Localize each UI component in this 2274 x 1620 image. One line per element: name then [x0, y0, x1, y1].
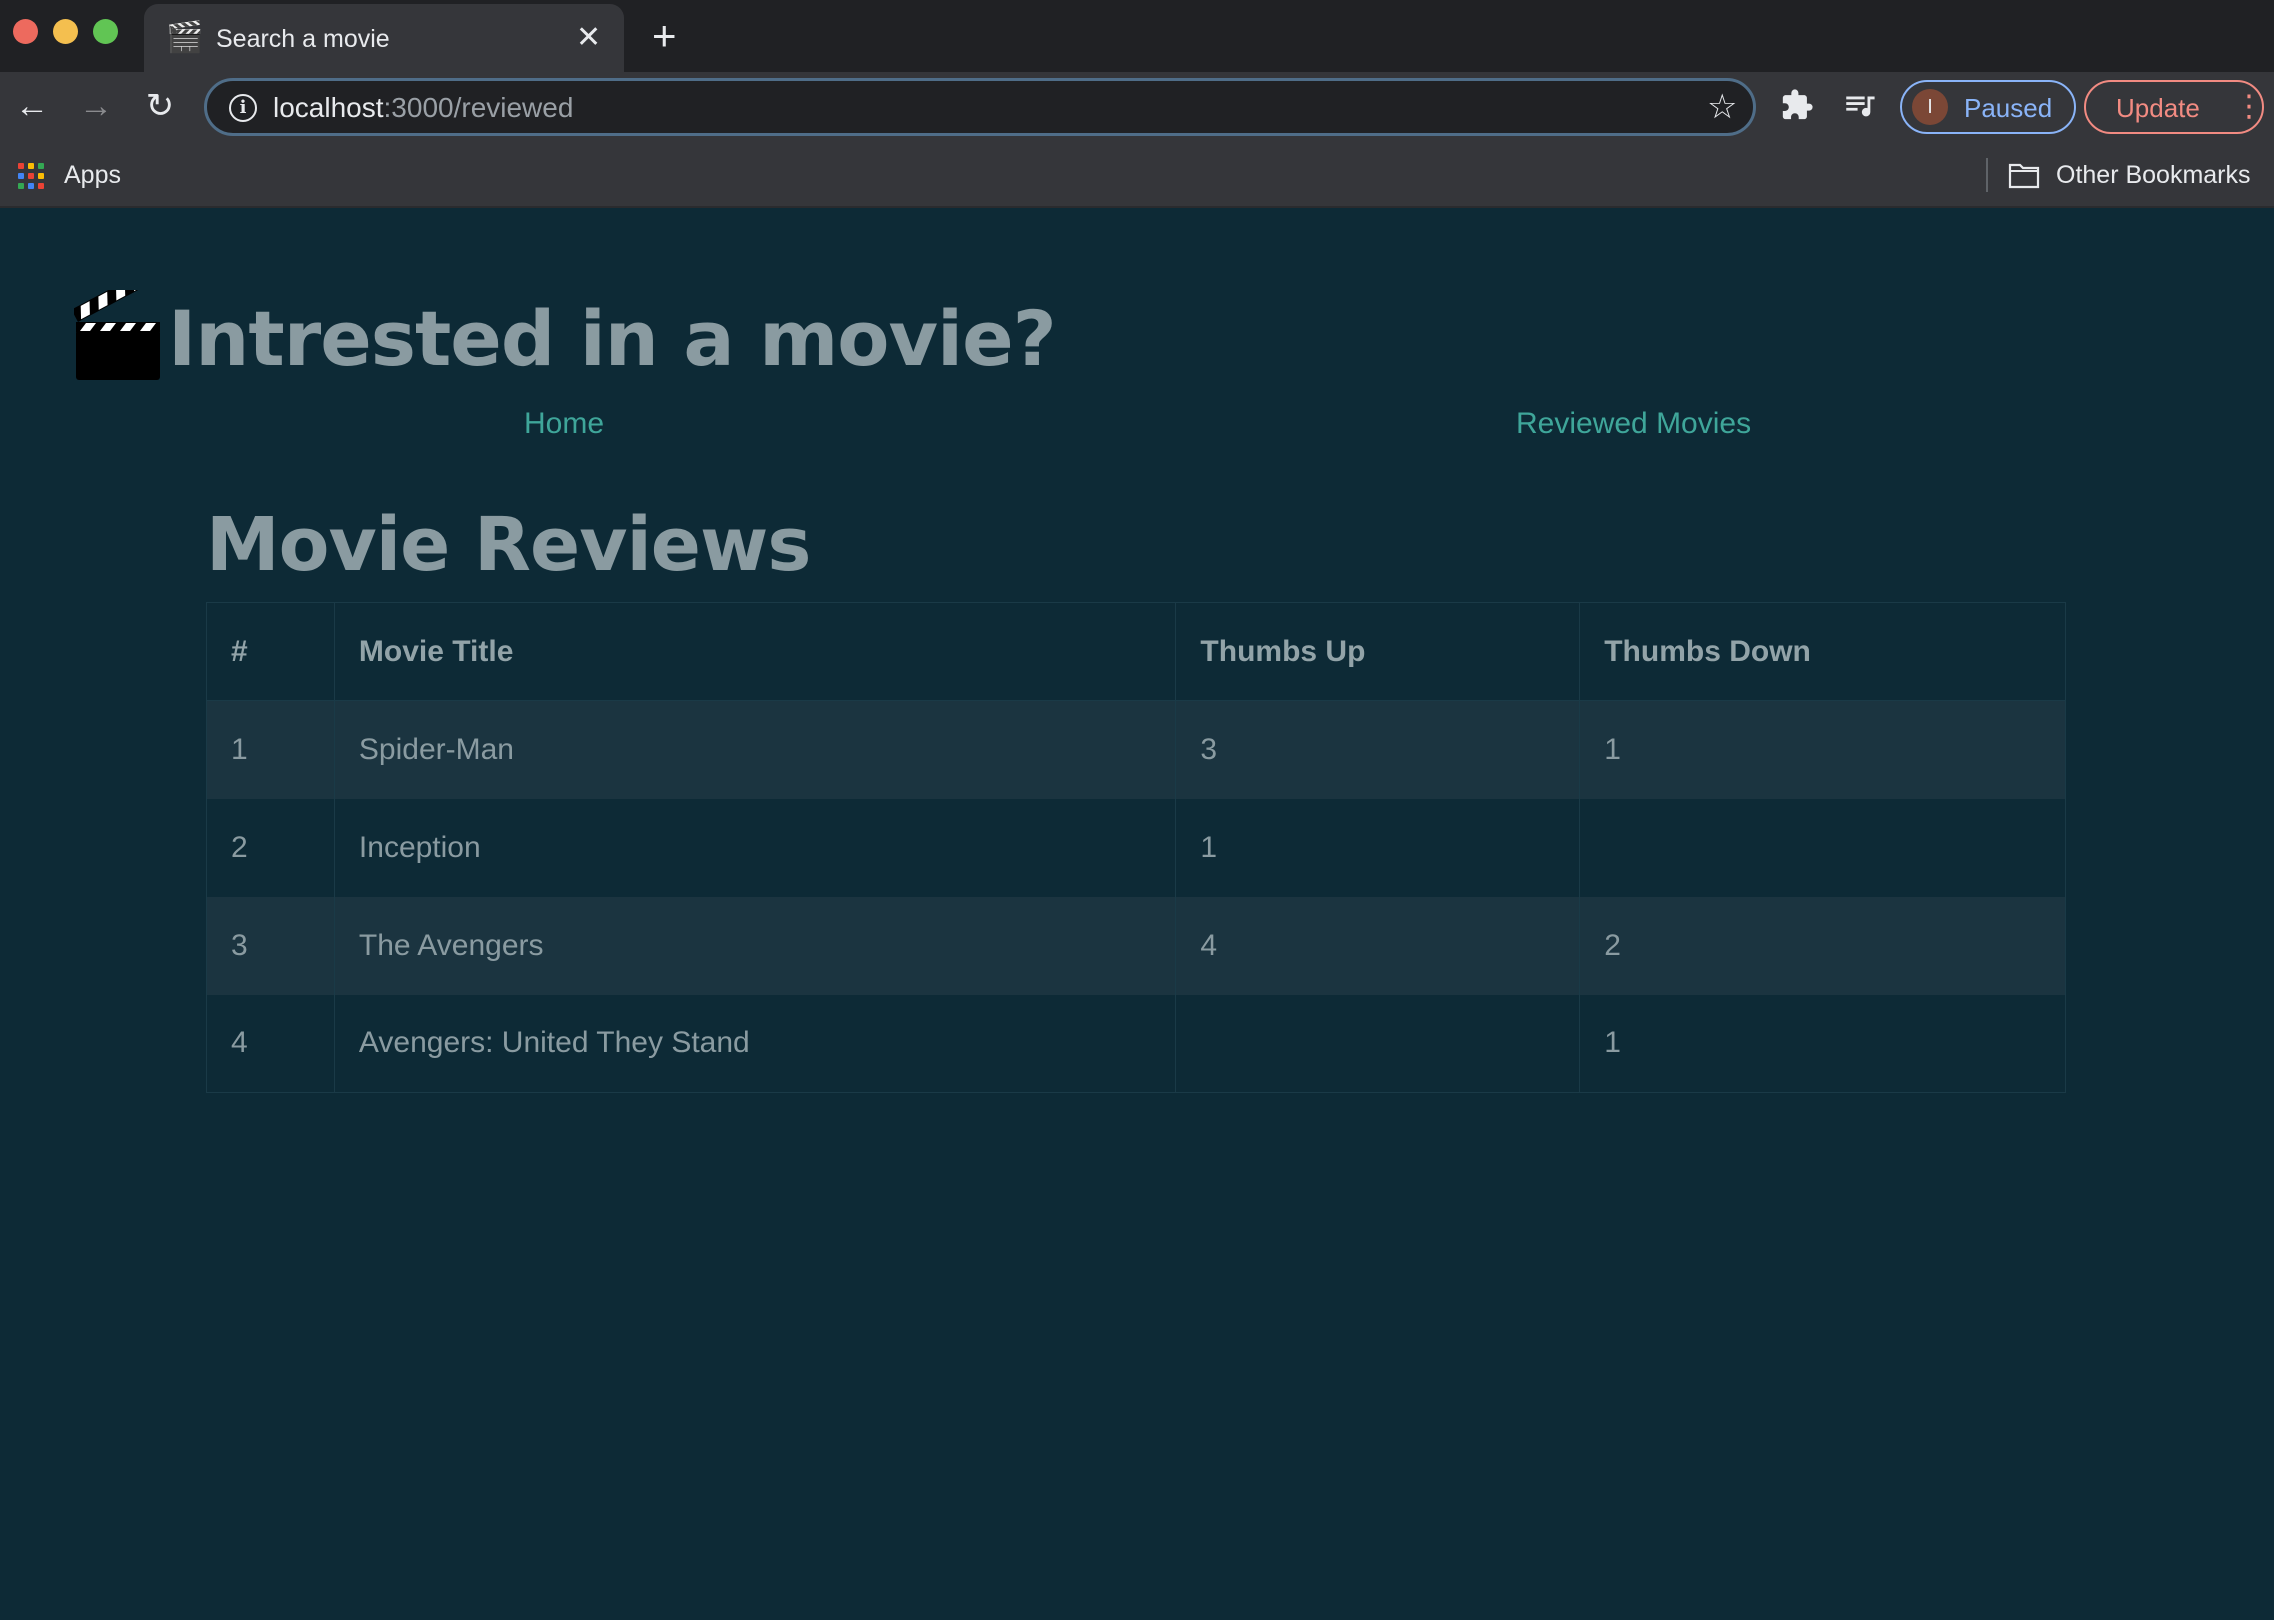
- movie-title: Avengers: United They Stand: [333, 994, 1177, 1093]
- minimize-window-button[interactable]: [53, 19, 78, 44]
- movie-title: Inception: [333, 798, 1177, 897]
- table-header-row: # Movie Title Thumbs Up Thumbs Down: [206, 602, 2066, 701]
- folder-icon[interactable]: [2008, 161, 2040, 195]
- update-button[interactable]: Update ⋮: [2084, 80, 2264, 134]
- column-header-title: Movie Title: [333, 602, 1177, 701]
- column-header-thumbs-down: Thumbs Down: [1579, 602, 2066, 701]
- row-number: 3: [206, 896, 335, 995]
- thumbs-down-count: 2: [1579, 896, 2066, 995]
- apps-grid-dot: [18, 173, 24, 179]
- avatar: I: [1912, 89, 1948, 125]
- row-number: 1: [206, 700, 335, 799]
- thumbs-down-count: 1: [1579, 700, 2066, 799]
- address-bar[interactable]: i localhost:3000/reviewed ☆: [204, 78, 1756, 136]
- table-row: 2 Inception 1: [206, 798, 2066, 897]
- apps-grid-icon[interactable]: [18, 163, 44, 189]
- browser-tab[interactable]: 🎬 Search a movie ✕: [144, 4, 624, 72]
- thumbs-up-count: [1175, 994, 1581, 1093]
- clapperboard-icon: [71, 270, 162, 382]
- browser-toolbar: ← → ↻ i localhost:3000/reviewed ☆ I Paus…: [0, 72, 2274, 142]
- profile-button[interactable]: I Paused: [1900, 80, 2076, 134]
- table-row: 3 The Avengers 4 2: [206, 896, 2066, 995]
- zoom-window-button[interactable]: [93, 19, 118, 44]
- bookmark-star-icon[interactable]: ☆: [1707, 89, 1737, 125]
- movie-title: Spider-Man: [333, 700, 1177, 799]
- apps-grid-dot: [38, 183, 44, 189]
- tab-title: Search a movie: [216, 25, 390, 53]
- thumbs-down-count: [1579, 798, 2066, 897]
- apps-grid-dot: [38, 163, 44, 169]
- apps-grid-dot: [18, 183, 24, 189]
- apps-bookmark[interactable]: Apps: [64, 160, 121, 190]
- update-label: Update: [2116, 93, 2200, 123]
- bookmarks-divider: [1986, 158, 1988, 192]
- table-row: 4 Avengers: United They Stand 1: [206, 994, 2066, 1093]
- apps-grid-dot: [28, 183, 34, 189]
- url-text[interactable]: localhost:3000/reviewed: [273, 92, 573, 124]
- apps-grid-dot: [18, 163, 24, 169]
- profile-status: Paused: [1964, 93, 2053, 123]
- close-icon[interactable]: ✕: [576, 22, 601, 54]
- site-title: Intrested in a movie?: [168, 294, 1057, 383]
- thumbs-up-count: 1: [1175, 798, 1581, 897]
- page-title: Movie Reviews: [206, 502, 811, 588]
- new-tab-button[interactable]: +: [652, 14, 677, 58]
- back-arrow-icon[interactable]: ←: [12, 86, 52, 126]
- close-window-button[interactable]: [13, 19, 38, 44]
- reviews-table: # Movie Title Thumbs Up Thumbs Down 1 Sp…: [206, 602, 2066, 1093]
- forward-arrow-icon[interactable]: →: [76, 86, 116, 126]
- row-number: 2: [206, 798, 335, 897]
- nav-link-reviewed-movies[interactable]: Reviewed Movies: [1516, 406, 1751, 442]
- thumbs-up-count: 3: [1175, 700, 1581, 799]
- media-queue-icon[interactable]: [1842, 88, 1876, 129]
- apps-grid-dot: [38, 173, 44, 179]
- movie-title: The Avengers: [333, 896, 1177, 995]
- page-content: Intrested in a movie? Home Reviewed Movi…: [0, 208, 2274, 1620]
- column-header-number: #: [206, 602, 335, 701]
- apps-grid-dot: [28, 163, 34, 169]
- row-number: 4: [206, 994, 335, 1093]
- other-bookmarks[interactable]: Other Bookmarks: [2056, 160, 2251, 190]
- column-header-thumbs-up: Thumbs Up: [1175, 602, 1581, 701]
- bookmarks-bar: Apps Other Bookmarks: [0, 142, 2274, 208]
- nav-link-home[interactable]: Home: [524, 406, 604, 442]
- thumbs-down-count: 1: [1579, 994, 2066, 1093]
- reload-icon[interactable]: ↻: [140, 86, 180, 126]
- apps-grid-dot: [28, 173, 34, 179]
- table-row: 1 Spider-Man 3 1: [206, 700, 2066, 799]
- thumbs-up-count: 4: [1175, 896, 1581, 995]
- browser-chrome: 🎬 Search a movie ✕ + ← → ↻ i localhost:3…: [0, 0, 2274, 208]
- info-icon[interactable]: i: [229, 94, 257, 122]
- clapperboard-icon: 🎬: [166, 21, 204, 54]
- extensions-puzzle-icon[interactable]: [1780, 88, 1814, 129]
- more-vert-icon[interactable]: ⋮: [2234, 90, 2264, 124]
- tab-strip: 🎬 Search a movie ✕ +: [0, 0, 2274, 72]
